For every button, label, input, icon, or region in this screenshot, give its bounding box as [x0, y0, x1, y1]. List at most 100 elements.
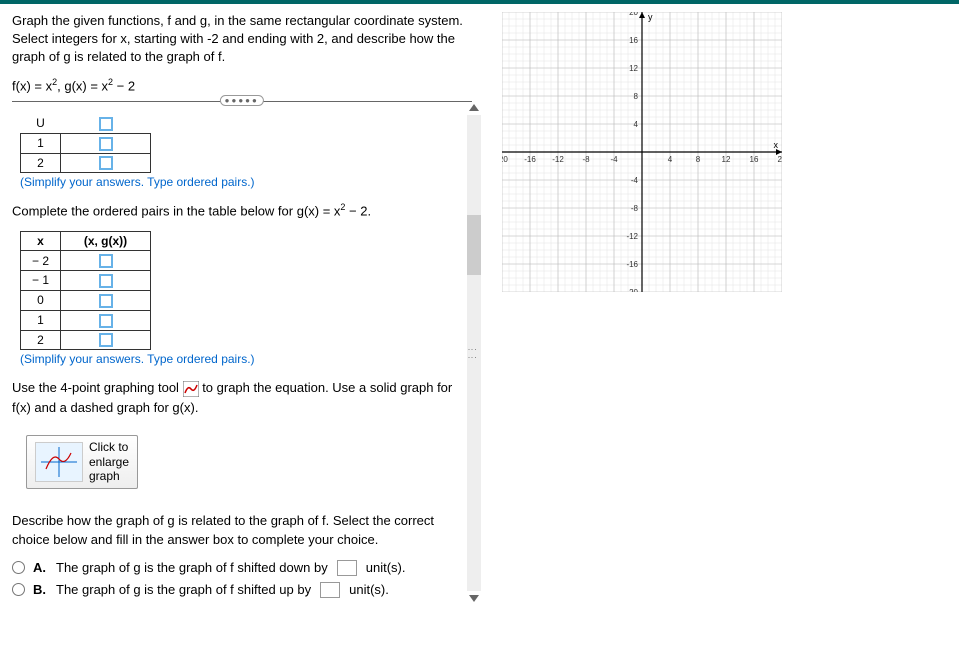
- enlarge-l2: enlarge: [89, 455, 129, 469]
- answer-box[interactable]: [99, 314, 113, 328]
- svg-text:-4: -4: [630, 176, 638, 185]
- choice-b-label: B.: [33, 582, 46, 597]
- prompt-pre: Complete the ordered pairs in the table …: [12, 204, 340, 219]
- table-row: − 2: [21, 251, 151, 271]
- enlarge-icon: [35, 442, 83, 482]
- table-row: 2: [21, 330, 151, 350]
- table-f: U 1 2: [20, 114, 151, 173]
- answer-box[interactable]: [99, 294, 113, 308]
- answer-box[interactable]: [99, 254, 113, 268]
- choice-b-post: unit(s).: [349, 582, 389, 597]
- answer-box[interactable]: [99, 156, 113, 170]
- enlarge-l1: Click to: [89, 440, 128, 454]
- hint-simplify-2: (Simplify your answers. Type ordered pai…: [20, 352, 472, 366]
- cell-x: 0: [21, 290, 61, 310]
- formula-line: f(x) = x2, g(x) = x2 − 2: [12, 77, 472, 93]
- cell-input: [61, 271, 151, 291]
- formula-tail: − 2: [113, 78, 135, 93]
- scroll-thumb[interactable]: [467, 215, 481, 275]
- svg-text:20: 20: [629, 12, 638, 17]
- choice-b-pre: The graph of g is the graph of f shifted…: [56, 582, 311, 597]
- partial-top-label: U: [21, 114, 61, 133]
- cell-x: 2: [21, 153, 61, 173]
- cell-input: [61, 251, 151, 271]
- choice-a-post: unit(s).: [366, 560, 406, 575]
- svg-text:16: 16: [629, 36, 638, 45]
- divider-handle-icon[interactable]: ●●●●●: [220, 95, 264, 106]
- graph-panel: -20-16-12-8-448121620-20-16-12-8-4481216…: [484, 4, 959, 612]
- answer-box[interactable]: [99, 274, 113, 288]
- svg-text:y: y: [648, 12, 653, 22]
- prompt-post: − 2.: [345, 204, 371, 219]
- svg-text:-12: -12: [626, 232, 638, 241]
- coordinate-graph[interactable]: -20-16-12-8-448121620-20-16-12-8-4481216…: [502, 12, 782, 292]
- partial-top-input: [61, 114, 151, 133]
- enlarge-l3: graph: [89, 469, 120, 483]
- cell-input: [61, 310, 151, 330]
- svg-text:8: 8: [633, 92, 638, 101]
- graph-tool-icon[interactable]: [183, 381, 199, 397]
- describe-prompt: Describe how the graph of g is related t…: [12, 511, 472, 550]
- table-row: 2: [21, 153, 151, 173]
- cell-input: [61, 290, 151, 310]
- graph-tool-text: Use the 4-point graphing tool to graph t…: [12, 378, 472, 417]
- svg-text:x: x: [773, 140, 778, 150]
- cell-input: [61, 330, 151, 350]
- cell-x: 1: [21, 133, 61, 153]
- cell-x: − 2: [21, 251, 61, 271]
- svg-text:-16: -16: [524, 155, 536, 164]
- answer-box-b[interactable]: [320, 582, 340, 598]
- cell-x: 2: [21, 330, 61, 350]
- svg-text:-8: -8: [630, 204, 638, 213]
- scrollbar[interactable]: ⋮⋮: [466, 104, 482, 602]
- table-row: U: [21, 114, 151, 133]
- enlarge-graph-button[interactable]: Click to enlarge graph: [26, 435, 138, 488]
- table-g: x(x, g(x)) − 2 − 1 0 1 2: [20, 231, 151, 350]
- table-row: 0: [21, 290, 151, 310]
- problem-panel: Graph the given functions, f and g, in t…: [0, 4, 484, 612]
- svg-text:20: 20: [777, 155, 781, 164]
- problem-intro: Graph the given functions, f and g, in t…: [12, 12, 472, 67]
- cell-x: 1: [21, 310, 61, 330]
- table-header-row: x(x, g(x)): [21, 232, 151, 251]
- svg-text:4: 4: [633, 120, 638, 129]
- radio-a[interactable]: [12, 561, 25, 574]
- answer-box-a[interactable]: [337, 560, 357, 576]
- svg-text:-16: -16: [626, 260, 638, 269]
- svg-text:12: 12: [629, 64, 638, 73]
- table-row: 1: [21, 310, 151, 330]
- formula-f: f(x) = x: [12, 78, 52, 93]
- hint-simplify-1: (Simplify your answers. Type ordered pai…: [20, 175, 472, 189]
- radio-b[interactable]: [12, 583, 25, 596]
- answer-box[interactable]: [99, 333, 113, 347]
- scroll-up-icon[interactable]: [469, 104, 479, 111]
- svg-text:-8: -8: [582, 155, 590, 164]
- cell-input: [61, 153, 151, 173]
- resize-handle-icon[interactable]: ⋮⋮: [468, 345, 478, 361]
- header-x: x: [21, 232, 61, 251]
- choice-a-pre: The graph of g is the graph of f shifted…: [56, 560, 328, 575]
- cell-x: − 1: [21, 271, 61, 291]
- enlarge-text: Click to enlarge graph: [89, 440, 129, 483]
- scroll-down-icon[interactable]: [469, 595, 479, 602]
- choice-a[interactable]: A. The graph of g is the graph of f shif…: [12, 560, 472, 576]
- formula-g: , g(x) = x: [57, 78, 108, 93]
- main-content: Graph the given functions, f and g, in t…: [0, 4, 959, 612]
- svg-text:8: 8: [695, 155, 700, 164]
- svg-text:4: 4: [667, 155, 672, 164]
- section-divider: ●●●●●: [12, 101, 472, 102]
- answer-box[interactable]: [99, 117, 113, 131]
- choice-b[interactable]: B. The graph of g is the graph of f shif…: [12, 582, 472, 598]
- choice-a-label: A.: [33, 560, 46, 575]
- header-pair: (x, g(x)): [61, 232, 151, 251]
- answer-box[interactable]: [99, 137, 113, 151]
- svg-text:-20: -20: [502, 155, 508, 164]
- svg-text:16: 16: [749, 155, 758, 164]
- svg-text:-12: -12: [552, 155, 564, 164]
- tool-pre: Use the 4-point graphing tool: [12, 380, 183, 395]
- table-row: − 1: [21, 271, 151, 291]
- table-g-prompt: Complete the ordered pairs in the table …: [12, 201, 472, 221]
- svg-text:-20: -20: [626, 288, 638, 292]
- table-row: 1: [21, 133, 151, 153]
- cell-input: [61, 133, 151, 153]
